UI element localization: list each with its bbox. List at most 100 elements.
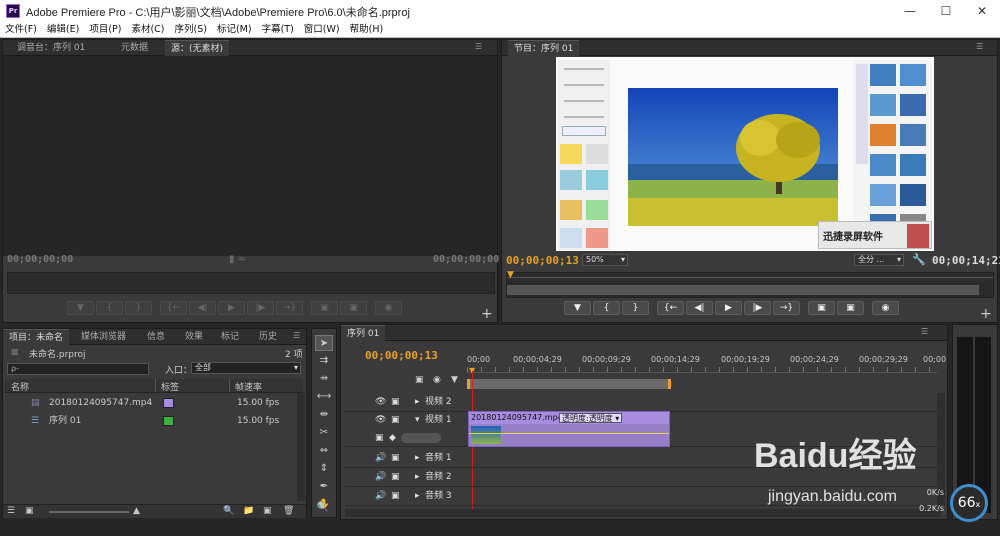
zoom-tool-icon[interactable]: 🔍 [314,500,332,516]
play-icon[interactable]: ▶ [218,301,245,315]
list-item[interactable]: ▤ 20180124095747.mp4 15.00 fps [5,394,303,412]
lock-icon[interactable]: ▣ [391,487,400,506]
new-bin-icon[interactable]: 📁 [243,506,254,516]
playhead-icon[interactable]: ▼ [507,270,514,280]
play-icon[interactable]: ▶ [715,301,742,315]
ripple-edit-tool-icon[interactable]: ⇸ [315,371,333,387]
add-button-icon[interactable]: + [481,306,493,322]
work-area-bar[interactable] [467,379,671,389]
tab-audio-mixer[interactable]: 调音台：序列 01 [11,40,91,56]
maximize-button[interactable]: ☐ [928,0,964,22]
snap-icon[interactable]: ▣ [415,375,424,385]
tab-history[interactable]: 历史 [253,329,283,345]
zoom-max-icon[interactable]: ▲ [133,506,140,516]
new-item-icon[interactable]: ▣ [263,506,272,516]
lock-icon[interactable]: ▣ [391,411,400,430]
source-scrubber[interactable] [7,272,495,294]
timeline-hscrollbar[interactable] [345,509,941,517]
out-point-icon[interactable]: } [622,301,649,315]
wrench-icon[interactable]: 🔧 [912,253,926,266]
speaker-icon[interactable]: 🔊 [375,449,386,468]
eye-icon[interactable]: 👁 [375,393,386,412]
tab-effects[interactable]: 效果 [179,329,209,345]
add-marker-icon[interactable]: ▼ [451,375,458,385]
marker-icon[interactable]: ▼ [564,301,591,315]
go-to-in-icon[interactable]: {← [160,301,187,315]
search-input[interactable]: ρ- [7,363,149,375]
panel-menu-icon[interactable]: ☰ [976,42,983,51]
speaker-icon[interactable]: 🔊 [375,487,386,506]
expand-icon[interactable]: ▸ [415,468,420,487]
menu-sequence[interactable]: 序列(S) [170,22,212,38]
minimize-button[interactable]: — [892,0,928,22]
lock-icon[interactable]: ▣ [391,468,400,487]
speed-badge[interactable]: 66x [950,484,988,522]
menu-project[interactable]: 项目(P) [84,22,126,38]
entry-select[interactable]: 全部 ▾ [191,362,301,374]
panel-menu-icon[interactable]: ☰ [475,42,482,51]
tab-metadata[interactable]: 元数据 [115,40,154,56]
program-tc-current[interactable]: 00;00;00;13 [506,254,579,267]
step-back-icon[interactable]: ◀| [189,301,216,315]
eye-icon[interactable]: 👁 [375,411,386,430]
track-select-tool-icon[interactable]: ⇉ [315,353,333,369]
find-icon[interactable]: 🔍 [223,506,234,516]
tab-markers[interactable]: 标记 [215,329,245,345]
quality-select[interactable]: 全分 ... ▾ [854,254,904,266]
expand-icon[interactable]: ▸ [415,393,420,412]
time-ruler[interactable]: 00;00 00;00;04;29 00;00;09;29 00;00;14;2… [467,355,946,389]
program-scrubber[interactable]: ▼ [506,270,994,298]
menu-title[interactable]: 字幕(T) [257,22,299,38]
video-clip[interactable]: 20180124095747.mp4 透明度:透明度 ▾ [468,411,670,447]
expand-icon[interactable]: ▸ [415,487,420,506]
zoom-select[interactable]: 50% ▾ [582,254,628,266]
label-swatch[interactable] [163,416,174,426]
zoom-bar[interactable] [507,285,979,295]
lift-icon[interactable]: ▣ [808,301,835,315]
lock-icon[interactable]: ▣ [391,393,400,412]
rolling-edit-tool-icon[interactable]: ⟷ [315,389,333,405]
column-fps[interactable]: 帧速率 [235,380,262,393]
step-forward-icon[interactable]: |▶ [247,301,274,315]
tab-media-browser[interactable]: 媒体浏览器 [75,329,132,345]
selection-tool-icon[interactable]: ➤ [315,335,333,351]
marker-icon[interactable]: ▼ [67,301,94,315]
go-to-in-icon[interactable]: {← [657,301,684,315]
column-name[interactable]: 名称 [11,380,29,393]
marker-icon[interactable]: ◉ [433,375,441,385]
pen-tool-icon[interactable]: ✒ [315,479,333,495]
list-view-icon[interactable]: ☰ [7,506,15,516]
expand-icon[interactable]: ▸ [415,449,420,468]
collapse-icon[interactable]: ▾ [415,411,420,430]
tab-project[interactable]: 项目：未命名 [3,329,70,345]
go-to-out-icon[interactable]: →} [773,301,800,315]
in-point-icon[interactable]: { [96,301,123,315]
zoom-slider[interactable] [49,511,129,513]
insert-icon[interactable]: ▣ [311,301,338,315]
razor-tool-icon[interactable]: ✂ [315,425,333,441]
delete-icon[interactable]: 🗑 [283,506,294,516]
label-swatch[interactable] [163,398,174,408]
panel-menu-icon[interactable]: ☰ [293,331,300,340]
keyframe-icon[interactable]: ◆ [389,429,396,448]
column-label[interactable]: 标签 [161,380,179,393]
extract-icon[interactable]: ▣ [837,301,864,315]
out-point-icon[interactable]: } [125,301,152,315]
project-scrollbar[interactable] [297,393,305,501]
add-button-icon[interactable]: + [980,306,992,322]
timeline-tc[interactable]: 00;00;00;13 [365,349,438,362]
icon-view-icon[interactable]: ▣ [25,506,34,516]
slide-tool-icon[interactable]: ⇕ [315,461,333,477]
lock-icon[interactable]: ▣ [391,449,400,468]
camera-icon[interactable]: ◉ [872,301,899,315]
display-style-icon[interactable]: ▣ [375,429,384,448]
rate-stretch-tool-icon[interactable]: ⇹ [315,407,333,423]
overwrite-icon[interactable]: ▣ [340,301,367,315]
panel-menu-icon[interactable]: ☰ [921,327,928,336]
keyframe-nav[interactable] [401,433,441,443]
clip-effect-select[interactable]: 透明度:透明度 ▾ [559,413,623,423]
close-button[interactable]: ✕ [964,0,1000,22]
menu-edit[interactable]: 编辑(E) [42,22,84,38]
tab-info[interactable]: 信息 [141,329,171,345]
menu-file[interactable]: 文件(F) [0,22,42,38]
